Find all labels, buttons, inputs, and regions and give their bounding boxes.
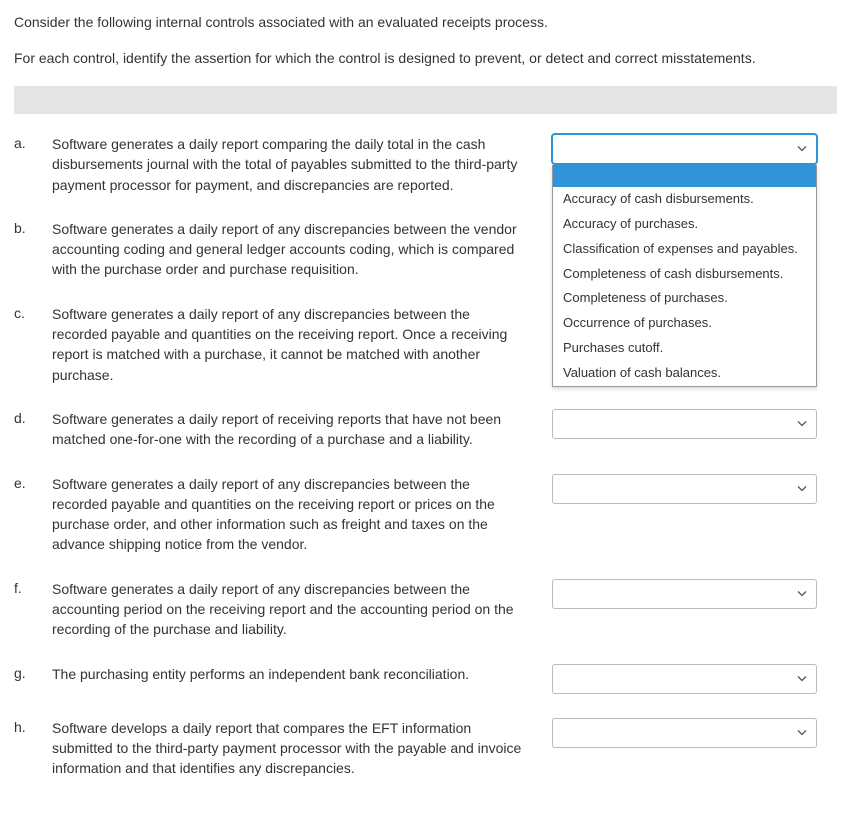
question-row: h.Software develops a daily report that … xyxy=(14,718,837,779)
question-row: f.Software generates a daily report of a… xyxy=(14,579,837,640)
question-row: d.Software generates a daily report of r… xyxy=(14,409,837,450)
dropdown-container xyxy=(552,718,817,748)
question-text: Software generates a daily report of rec… xyxy=(52,409,552,450)
dropdown-option[interactable]: Occurrence of purchases. xyxy=(553,311,816,336)
question-text: The purchasing entity performs an indepe… xyxy=(52,664,552,684)
question-text: Software generates a daily report of any… xyxy=(52,219,552,280)
assertion-dropdown[interactable] xyxy=(552,718,817,748)
question-row: e.Software generates a daily report of a… xyxy=(14,474,837,555)
question-letter: b. xyxy=(14,219,52,236)
assertion-dropdown[interactable] xyxy=(552,664,817,694)
instruction-line-1: Consider the following internal controls… xyxy=(14,14,837,30)
question-letter: a. xyxy=(14,134,52,151)
question-text: Software generates a daily report of any… xyxy=(52,474,552,555)
question-text: Software generates a daily report compar… xyxy=(52,134,552,195)
dropdown-option[interactable]: Accuracy of purchases. xyxy=(553,212,816,237)
instruction-line-2: For each control, identify the assertion… xyxy=(14,50,837,66)
assertion-dropdown[interactable] xyxy=(552,579,817,609)
question-text: Software generates a daily report of any… xyxy=(52,579,552,640)
dropdown-container: Accuracy of cash disbursements.Accuracy … xyxy=(552,134,817,164)
question-letter: g. xyxy=(14,664,52,681)
dropdown-option-blank[interactable] xyxy=(553,165,816,187)
dropdown-option[interactable]: Accuracy of cash disbursements. xyxy=(553,187,816,212)
dropdown-container xyxy=(552,474,817,504)
assertion-dropdown[interactable] xyxy=(552,409,817,439)
dropdown-container xyxy=(552,664,817,694)
question-letter: c. xyxy=(14,304,52,321)
header-bar xyxy=(14,86,837,114)
question-letter: e. xyxy=(14,474,52,491)
dropdown-option[interactable]: Completeness of purchases. xyxy=(553,286,816,311)
question-text: Software develops a daily report that co… xyxy=(52,718,552,779)
question-row: g.The purchasing entity performs an inde… xyxy=(14,664,837,694)
dropdown-menu: Accuracy of cash disbursements.Accuracy … xyxy=(552,165,817,387)
dropdown-container xyxy=(552,579,817,609)
question-letter: d. xyxy=(14,409,52,426)
assertion-dropdown[interactable] xyxy=(552,474,817,504)
question-text: Software generates a daily report of any… xyxy=(52,304,552,385)
dropdown-container xyxy=(552,409,817,439)
question-letter: h. xyxy=(14,718,52,735)
dropdown-option[interactable]: Valuation of cash balances. xyxy=(553,361,816,386)
dropdown-option[interactable]: Completeness of cash disbursements. xyxy=(553,262,816,287)
question-row: a.Software generates a daily report comp… xyxy=(14,134,837,195)
question-letter: f. xyxy=(14,579,52,596)
assertion-dropdown[interactable] xyxy=(552,134,817,164)
dropdown-option[interactable]: Classification of expenses and payables. xyxy=(553,237,816,262)
instructions: Consider the following internal controls… xyxy=(14,14,837,66)
dropdown-option[interactable]: Purchases cutoff. xyxy=(553,336,816,361)
